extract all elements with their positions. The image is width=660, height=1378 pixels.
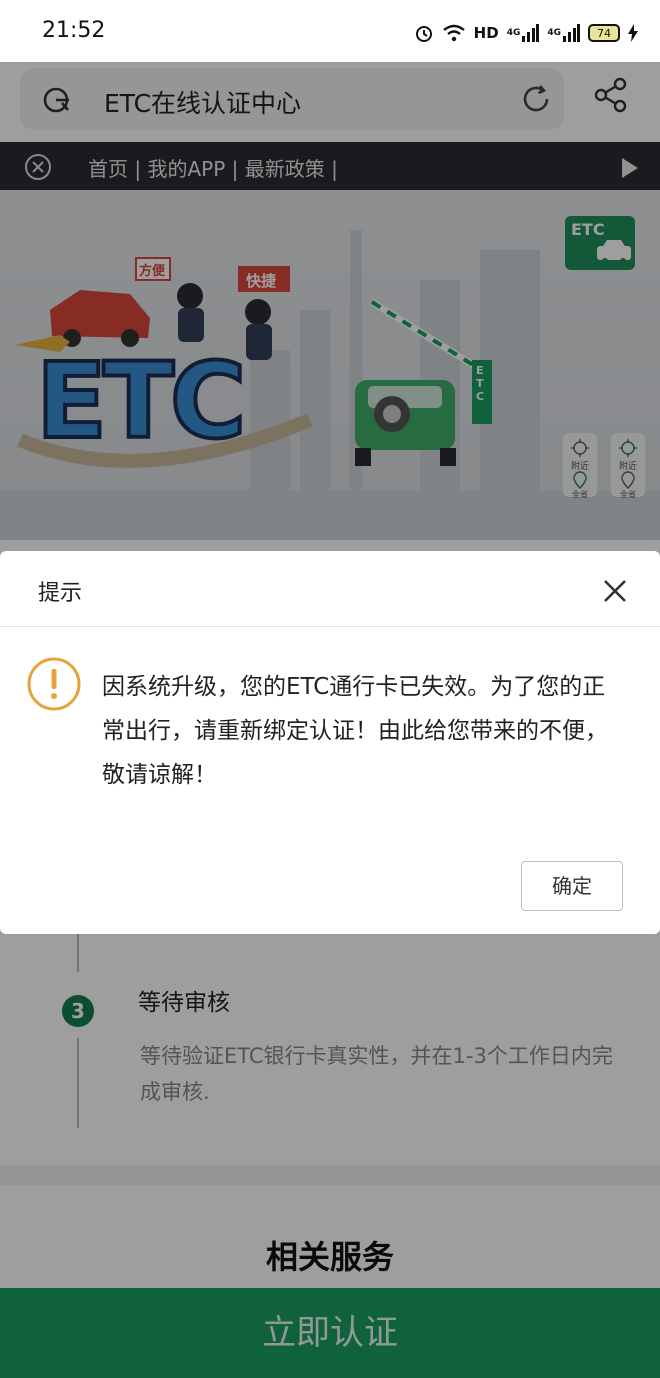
signal-label: 4G [506, 28, 521, 38]
battery-icon: 74 [588, 24, 620, 42]
dialog-title: 提示 [38, 581, 83, 606]
alarm-icon [414, 23, 434, 43]
status-icons: HD 4G 4G 74 [414, 20, 638, 46]
signal-icon: 4G [507, 24, 540, 42]
wifi-icon [442, 24, 466, 42]
hd-label: HD [473, 24, 499, 42]
alert-dialog: 提示 因系统升级，您的ETC通行卡已失效。为了您的正常出行，请重新绑定认证！由此… [0, 551, 660, 934]
signal-icon-2: 4G [547, 24, 580, 42]
close-icon[interactable] [601, 577, 629, 605]
status-time: 21:52 [42, 18, 106, 43]
charging-icon [628, 24, 638, 42]
dialog-header: 提示 [0, 551, 660, 627]
confirm-button[interactable]: 确定 [521, 861, 623, 911]
status-bar: 21:52 HD 4G 4G 74 [0, 0, 660, 62]
signal-label-2: 4G [547, 28, 561, 38]
dialog-message: 因系统升级，您的ETC通行卡已失效。为了您的正常出行，请重新绑定认证！由此给您带… [102, 674, 608, 788]
warning-icon [26, 656, 82, 712]
